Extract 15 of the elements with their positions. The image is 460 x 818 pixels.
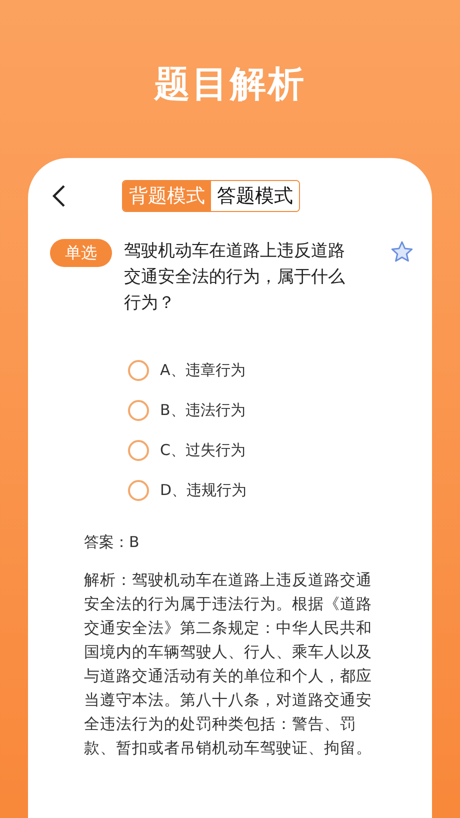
answer-option[interactable]: B、违法行为 bbox=[128, 398, 432, 422]
question-type-tag: 单选 bbox=[50, 239, 112, 267]
radio-icon bbox=[128, 360, 149, 380]
answer-text: 答案：B bbox=[84, 532, 140, 553]
page-title: 题目解析 bbox=[154, 63, 306, 107]
star-icon[interactable] bbox=[390, 240, 414, 264]
explanation-text: 解析：驾驶机动车在道路上违反道路交通安全法的行为属于违法行为。根据《道路交通安全法》第二条规定：中华人民共和国境内的车辆驾驶人、行人、乘车人以及与道路交通活动有关的单位和个人，都应当遵守本法。第八十八条，对道路交通安全违法行为的处罚种类包括：警告、罚款、暂扣或者吊销机动车驾驶证、拘留。 bbox=[84, 570, 373, 759]
answer-option[interactable]: C、过失行为 bbox=[128, 438, 432, 462]
radio-icon bbox=[128, 400, 149, 420]
question-text: 驾驶机动车在道路上违反道路交通安全法的行为，属于什么行为？ bbox=[124, 240, 346, 315]
answer-option[interactable]: D、违规行为 bbox=[128, 478, 432, 502]
radio-icon bbox=[128, 480, 149, 500]
radio-icon bbox=[128, 440, 149, 460]
back-icon[interactable] bbox=[52, 184, 66, 208]
answer-option[interactable]: A、违章行为 bbox=[128, 358, 432, 382]
